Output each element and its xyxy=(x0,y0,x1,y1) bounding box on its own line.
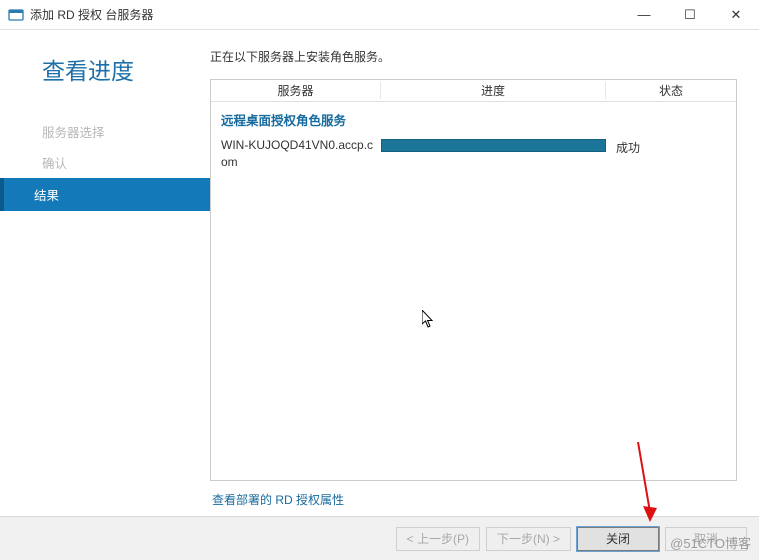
minimize-button[interactable]: — xyxy=(621,0,667,29)
sidebar-item-confirm: 确认 xyxy=(0,147,210,178)
table-header: 服务器 进度 状态 xyxy=(211,80,736,102)
group-title: 远程桌面授权角色服务 xyxy=(211,102,736,135)
row-server-name: WIN-KUJOQD41VN0.accp.com xyxy=(221,137,381,171)
titlebar: 添加 RD 授权 台服务器 — ☐ ✕ xyxy=(0,0,759,30)
row-status: 成功 xyxy=(616,137,736,156)
col-header-progress: 进度 xyxy=(381,82,606,99)
prev-button: < 上一步(P) xyxy=(396,527,480,551)
progress-panel: 服务器 进度 状态 远程桌面授权角色服务 WIN-KUJOQD41VN0.acc… xyxy=(210,79,737,481)
col-header-server: 服务器 xyxy=(211,82,381,99)
sidebar: 服务器选择 确认 结果 xyxy=(0,98,210,211)
next-button: 下一步(N) > xyxy=(486,527,571,551)
sidebar-item-server-select: 服务器选择 xyxy=(0,116,210,147)
col-header-status: 状态 xyxy=(606,82,736,99)
close-button[interactable]: ✕ xyxy=(713,0,759,29)
footer: < 上一步(P) 下一步(N) > 关闭 取消 xyxy=(0,516,759,560)
table-row: WIN-KUJOQD41VN0.accp.com 成功 xyxy=(211,135,736,175)
progress-bar xyxy=(381,139,606,152)
app-icon xyxy=(8,7,24,23)
intro-text: 正在以下服务器上安装角色服务。 xyxy=(210,48,737,65)
sidebar-item-result[interactable]: 结果 xyxy=(0,178,210,211)
view-properties-link[interactable]: 查看部署的 RD 授权属性 xyxy=(210,481,737,516)
row-progress xyxy=(381,137,616,152)
page-title: 查看进度 xyxy=(42,52,210,86)
maximize-button[interactable]: ☐ xyxy=(667,0,713,29)
watermark: @51CTO博客 xyxy=(670,533,751,552)
close-action-button[interactable]: 关闭 xyxy=(577,527,659,551)
window-title: 添加 RD 授权 台服务器 xyxy=(30,6,153,23)
